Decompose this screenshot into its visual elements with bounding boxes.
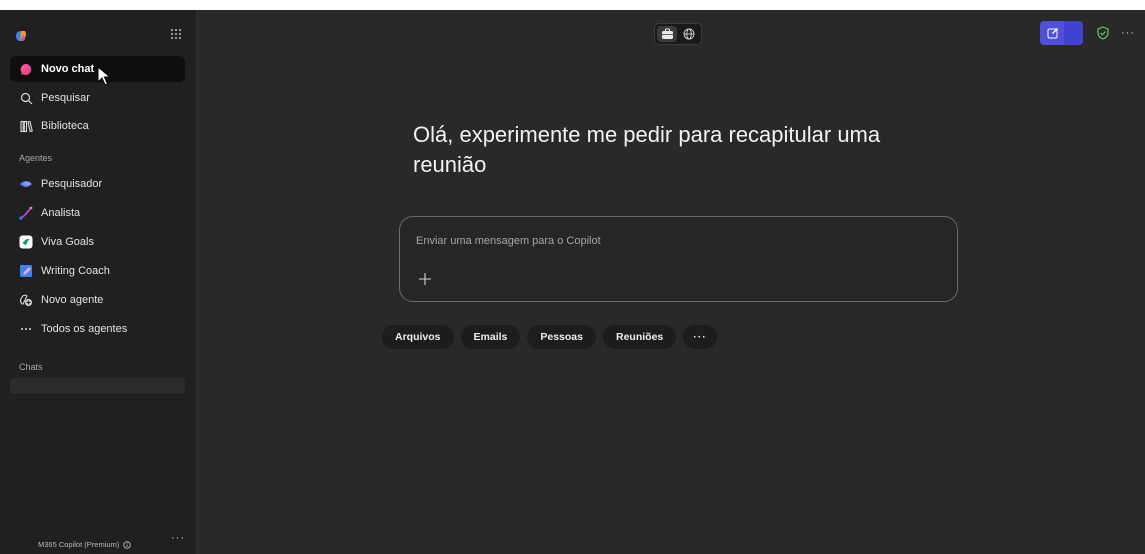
writing-coach-icon — [19, 264, 33, 278]
nav-label: Novo chat — [41, 63, 95, 75]
globe-icon — [683, 28, 695, 40]
chat-bubble-icon — [19, 62, 33, 76]
chat-history-item[interactable] — [10, 378, 185, 394]
nav-label: Biblioteca — [41, 120, 89, 132]
library-icon — [19, 119, 33, 133]
new-chat-dropdown[interactable] — [1064, 21, 1083, 45]
chats-section-heading: Chats — [19, 362, 43, 372]
compose-icon — [1047, 28, 1058, 39]
viva-goals-icon — [19, 235, 33, 249]
add-attachment-icon[interactable] — [417, 271, 433, 287]
top-right-actions: ··· — [1040, 21, 1135, 45]
chip-files[interactable]: Arquivos — [382, 325, 454, 349]
briefcase-icon — [661, 28, 673, 39]
agent-analyst[interactable]: Analista — [10, 200, 185, 226]
info-icon[interactable] — [123, 540, 132, 549]
copilot-logo-icon — [16, 31, 26, 41]
nav-label: Todos os agentes — [41, 323, 128, 335]
researcher-icon — [19, 177, 33, 191]
chip-emails[interactable]: Emails — [460, 325, 521, 349]
search-icon — [19, 91, 33, 105]
library-nav-item[interactable]: Biblioteca — [10, 113, 185, 139]
shield-check-icon[interactable] — [1096, 26, 1110, 40]
ellipsis-icon — [19, 322, 33, 336]
work-mode-button[interactable] — [657, 26, 677, 42]
agent-viva-goals[interactable]: Viva Goals — [10, 229, 185, 255]
nav-label: Novo agente — [41, 294, 104, 306]
new-agent-icon — [19, 293, 33, 307]
web-mode-button[interactable] — [679, 26, 699, 42]
nav-label: Pesquisador — [41, 178, 103, 190]
nav-label: Viva Goals — [41, 236, 94, 248]
nav-label: Analista — [41, 207, 81, 219]
search-nav-item[interactable]: Pesquisar — [10, 85, 185, 111]
nav-label: Writing Coach — [41, 265, 110, 277]
mouse-cursor-icon — [97, 66, 111, 86]
new-chat-button[interactable] — [1040, 21, 1083, 45]
new-agent-nav-item[interactable]: Novo agente — [10, 287, 185, 313]
analyst-icon — [19, 206, 33, 220]
greeting-heading: Olá, experimente me pedir para recapitul… — [413, 122, 881, 177]
suggestion-chips: Arquivos Emails Pessoas Reuniões ··· — [382, 325, 717, 349]
license-label: M365 Copilot (Premium) — [38, 540, 132, 549]
message-composer — [399, 216, 958, 302]
nav-label: Pesquisar — [41, 92, 90, 104]
agent-writing-coach[interactable]: Writing Coach — [10, 258, 185, 284]
agent-researcher[interactable]: Pesquisador — [10, 171, 185, 197]
message-input[interactable] — [400, 229, 957, 253]
all-agents-nav-item[interactable]: Todos os agentes — [10, 316, 185, 342]
agents-section-heading: Agentes — [19, 153, 53, 163]
window-top-edge — [0, 0, 1145, 10]
chip-more-button[interactable]: ··· — [683, 325, 717, 349]
chip-people[interactable]: Pessoas — [527, 325, 596, 349]
sidebar-more-button[interactable]: ··· — [171, 532, 185, 544]
app-launcher-icon[interactable] — [169, 27, 183, 41]
more-options-button[interactable]: ··· — [1121, 27, 1135, 39]
work-web-toggle — [654, 23, 702, 45]
sidebar: Novo chat Pesquisar Biblioteca Agentes P… — [0, 10, 197, 554]
license-text: M365 Copilot (Premium) — [38, 540, 120, 549]
chip-meetings[interactable]: Reuniões — [603, 325, 677, 349]
